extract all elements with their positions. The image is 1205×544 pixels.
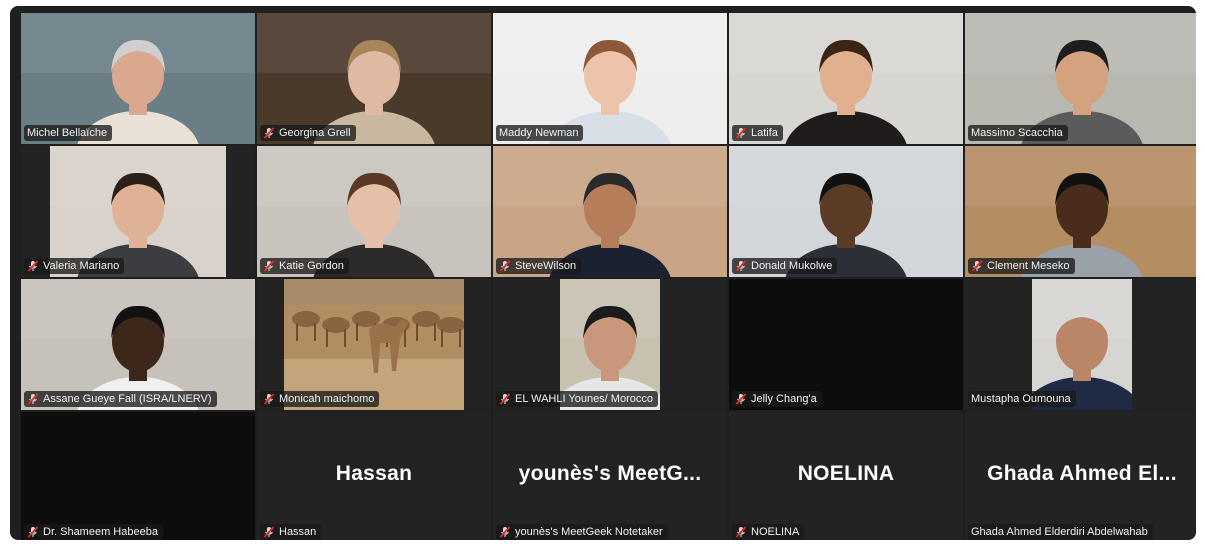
mic-muted-icon <box>499 526 511 538</box>
meeting-window: Michel Bellaïche Georgina Grell Maddy Newm… <box>10 6 1196 540</box>
mic-muted-icon <box>971 260 983 272</box>
mic-muted-icon <box>735 393 747 405</box>
participant-name: Massimo Scacchia <box>971 127 1063 139</box>
participant-tile[interactable]: Georgina Grell <box>257 13 491 144</box>
participant-tile[interactable]: Jelly Chang'a <box>729 279 963 410</box>
participant-name: Assane Gueye Fall (ISRA/LNERV) <box>43 393 212 405</box>
participant-name: Valeria Mariano <box>43 260 120 272</box>
participant-tile[interactable]: NOELINA NOELINA <box>729 412 963 540</box>
mic-muted-icon <box>735 260 747 272</box>
participant-name: Katie Gordon <box>279 260 344 272</box>
participant-name: Mustapha Oumouna <box>971 393 1071 405</box>
participant-tile[interactable]: Mustapha Oumouna <box>965 279 1196 410</box>
participant-name: Hassan <box>279 526 317 538</box>
name-tag: Latifa <box>732 125 783 141</box>
participant-tile[interactable]: younès's MeetG... younès's MeetGeek Notet… <box>493 412 727 540</box>
name-tag: Maddy Newman <box>496 125 584 141</box>
participant-tile[interactable]: Clement Meseko <box>965 146 1196 277</box>
participant-name: EL WAHLI Younes/ Morocco <box>515 393 653 405</box>
participant-name: Maddy Newman <box>499 127 579 139</box>
participant-tile[interactable]: Donald Mukolwe <box>729 146 963 277</box>
participant-name: Ghada Ahmed Elderdiri Abdelwahab <box>971 526 1148 538</box>
mic-muted-icon <box>27 526 39 538</box>
participant-tile[interactable]: Monicah maichomo <box>257 279 491 410</box>
name-tag: Massimo Scacchia <box>968 125 1068 141</box>
participant-tile[interactable]: Hassan Hassan <box>257 412 491 540</box>
participant-tile[interactable]: Valeria Mariano <box>21 146 255 277</box>
name-tag: Mustapha Oumouna <box>968 391 1076 407</box>
name-tag: Ghada Ahmed Elderdiri Abdelwahab <box>968 524 1153 540</box>
participant-display-name: younès's MeetG... <box>518 462 702 485</box>
participant-tile[interactable]: Ghada Ahmed El... Ghada Ahmed Elderdiri A… <box>965 412 1196 540</box>
name-tag: Donald Mukolwe <box>732 258 838 274</box>
participant-tile[interactable]: SteveWilson <box>493 146 727 277</box>
name-tag: Katie Gordon <box>260 258 349 274</box>
name-tag: Monicah maichomo <box>260 391 380 407</box>
name-tag: Valeria Mariano <box>24 258 125 274</box>
mic-muted-icon <box>263 127 275 139</box>
name-tag: Georgina Grell <box>260 125 356 141</box>
participant-display-name: Ghada Ahmed El... <box>987 462 1177 485</box>
participant-name: Jelly Chang'a <box>751 393 817 405</box>
mic-muted-icon <box>735 526 747 538</box>
name-tag: Dr. Shameem Habeeba <box>24 524 163 540</box>
mic-muted-icon <box>27 393 39 405</box>
participant-display-name: NOELINA <box>797 462 895 485</box>
mic-muted-icon <box>263 393 275 405</box>
participant-name: Donald Mukolwe <box>751 260 833 272</box>
participant-name: Latifa <box>751 127 778 139</box>
participant-tile[interactable]: Dr. Shameem Habeeba <box>21 412 255 540</box>
mic-muted-icon <box>263 260 275 272</box>
mic-muted-icon <box>499 393 511 405</box>
name-tag: Clement Meseko <box>968 258 1075 274</box>
name-tag: Hassan <box>260 524 322 540</box>
name-tag: NOELINA <box>732 524 805 540</box>
mic-muted-icon <box>499 260 511 272</box>
participant-name: Clement Meseko <box>987 260 1070 272</box>
participant-name: younès's MeetGeek Notetaker <box>515 526 663 538</box>
mic-muted-icon <box>735 127 747 139</box>
name-tag: younès's MeetGeek Notetaker <box>496 524 668 540</box>
name-tag: Assane Gueye Fall (ISRA/LNERV) <box>24 391 217 407</box>
gallery-view: Michel Bellaïche Georgina Grell Maddy Newm… <box>21 13 1196 540</box>
participant-name: Dr. Shameem Habeeba <box>43 526 158 538</box>
participant-name: SteveWilson <box>515 260 577 272</box>
participant-tile[interactable]: Michel Bellaïche <box>21 13 255 144</box>
participant-name: Monicah maichomo <box>279 393 375 405</box>
participant-tile[interactable]: Katie Gordon <box>257 146 491 277</box>
participant-tile[interactable]: Assane Gueye Fall (ISRA/LNERV) <box>21 279 255 410</box>
name-tag: Jelly Chang'a <box>732 391 822 407</box>
mic-muted-icon <box>27 260 39 272</box>
participant-tile[interactable]: Massimo Scacchia <box>965 13 1196 144</box>
name-tag: SteveWilson <box>496 258 582 274</box>
participant-tile[interactable]: Maddy Newman <box>493 13 727 144</box>
participant-name: Georgina Grell <box>279 127 351 139</box>
participant-name: NOELINA <box>751 526 800 538</box>
participant-tile[interactable]: EL WAHLI Younes/ Morocco <box>493 279 727 410</box>
name-tag: EL WAHLI Younes/ Morocco <box>496 391 658 407</box>
participant-display-name: Hassan <box>335 462 413 485</box>
participant-name: Michel Bellaïche <box>27 127 108 139</box>
name-tag: Michel Bellaïche <box>24 125 113 141</box>
participant-tile[interactable]: Latifa <box>729 13 963 144</box>
mic-muted-icon <box>263 526 275 538</box>
